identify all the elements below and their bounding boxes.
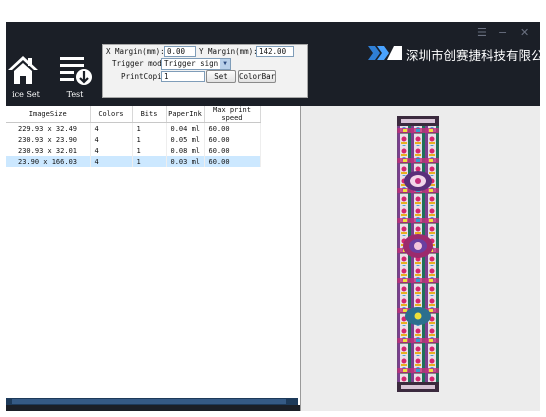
cell-paper-ink: 0.08 ml <box>166 145 205 156</box>
column-header-image-size[interactable]: ImageSize <box>6 106 91 123</box>
y-margin-label: Y Margin(mm): <box>199 47 258 56</box>
trigger-mode-label: Trigger mode <box>112 59 167 68</box>
cell-colors: 4 <box>90 134 133 145</box>
table-row[interactable]: 229.93 x 32.49 4 1 0.04 ml 60.00 <box>6 122 261 134</box>
cell-image-size: 230.93 x 32.01 <box>6 145 91 156</box>
close-button[interactable]: ✕ <box>520 26 529 39</box>
table-header-row: ImageSize Colors Bits PaperInk Max print… <box>6 106 261 123</box>
table-row[interactable]: 230.93 x 23.90 4 1 0.05 ml 60.00 <box>6 134 261 145</box>
cell-bits: 1 <box>132 145 167 156</box>
download-list-icon <box>60 57 92 85</box>
cell-image-size: 230.93 x 23.90 <box>6 134 91 145</box>
cell-bits: 1 <box>132 134 167 145</box>
test-label: Test <box>66 90 84 99</box>
print-image-preview <box>397 116 439 392</box>
device-set-label: ice Set <box>12 90 40 99</box>
scrollbar-thumb[interactable] <box>12 399 286 404</box>
print-settings-panel: X Margin(mm): 0.00 Y Margin(mm): 142.00 … <box>102 44 308 98</box>
header-bar: ☰ − ✕ 深圳市创赛捷科技有限公司 ice Set <box>6 22 540 106</box>
device-set-button[interactable]: ice Set <box>6 52 46 102</box>
job-table: ImageSize Colors Bits PaperInk Max print… <box>6 106 261 167</box>
logo-mark-icon <box>368 46 402 60</box>
menu-icon[interactable]: ☰ <box>477 26 487 39</box>
column-header-max-speed[interactable]: Max print speed <box>204 106 261 123</box>
job-list-panel: ImageSize Colors Bits PaperInk Max print… <box>6 106 300 405</box>
colorbar-button[interactable]: ColorBar <box>238 70 276 83</box>
cell-paper-ink: 0.04 ml <box>166 122 205 134</box>
cell-max-speed: 60.00 <box>204 122 261 134</box>
x-margin-label: X Margin(mm): <box>106 47 165 56</box>
cell-max-speed: 60.00 <box>204 156 261 167</box>
home-icon <box>8 56 38 84</box>
cell-max-speed: 60.00 <box>204 145 261 156</box>
test-button[interactable]: Test <box>54 52 96 102</box>
column-header-paper-ink[interactable]: PaperInk <box>166 106 205 123</box>
cell-image-size: 23.90 x 166.03 <box>6 156 91 167</box>
application-window: ☰ − ✕ 深圳市创赛捷科技有限公司 ice Set <box>6 22 540 411</box>
cell-colors: 4 <box>90 145 133 156</box>
cell-bits: 1 <box>132 122 167 134</box>
cell-image-size: 229.93 x 32.49 <box>6 122 91 134</box>
cell-colors: 4 <box>90 156 133 167</box>
y-margin-input[interactable]: 142.00 <box>256 46 294 57</box>
column-header-bits[interactable]: Bits <box>132 106 167 123</box>
print-copies-input[interactable]: 1 <box>161 71 205 82</box>
trigger-mode-value: Trigger sign <box>164 59 219 68</box>
company-name: 深圳市创赛捷科技有限公司 <box>406 48 540 63</box>
set-button[interactable]: Set <box>206 70 236 83</box>
cell-colors: 4 <box>90 122 133 134</box>
minimize-button[interactable]: − <box>498 26 507 39</box>
table-row[interactable]: 230.93 x 32.01 4 1 0.08 ml 60.00 <box>6 145 261 156</box>
x-margin-input[interactable]: 0.00 <box>164 46 196 57</box>
cell-max-speed: 60.00 <box>204 134 261 145</box>
cell-paper-ink: 0.05 ml <box>166 134 205 145</box>
image-preview-panel <box>300 106 540 411</box>
company-logo: 深圳市创赛捷科技有限公司 <box>368 44 540 64</box>
column-header-colors[interactable]: Colors <box>90 106 133 123</box>
table-row-selected[interactable]: 23.90 x 166.03 4 1 0.03 ml 60.00 <box>6 156 261 167</box>
trigger-mode-select[interactable]: Trigger sign ▼ <box>161 58 231 70</box>
cell-bits: 1 <box>132 156 167 167</box>
cell-paper-ink: 0.03 ml <box>166 156 205 167</box>
chevron-down-icon[interactable]: ▼ <box>220 59 230 69</box>
horizontal-scrollbar[interactable] <box>6 398 298 405</box>
